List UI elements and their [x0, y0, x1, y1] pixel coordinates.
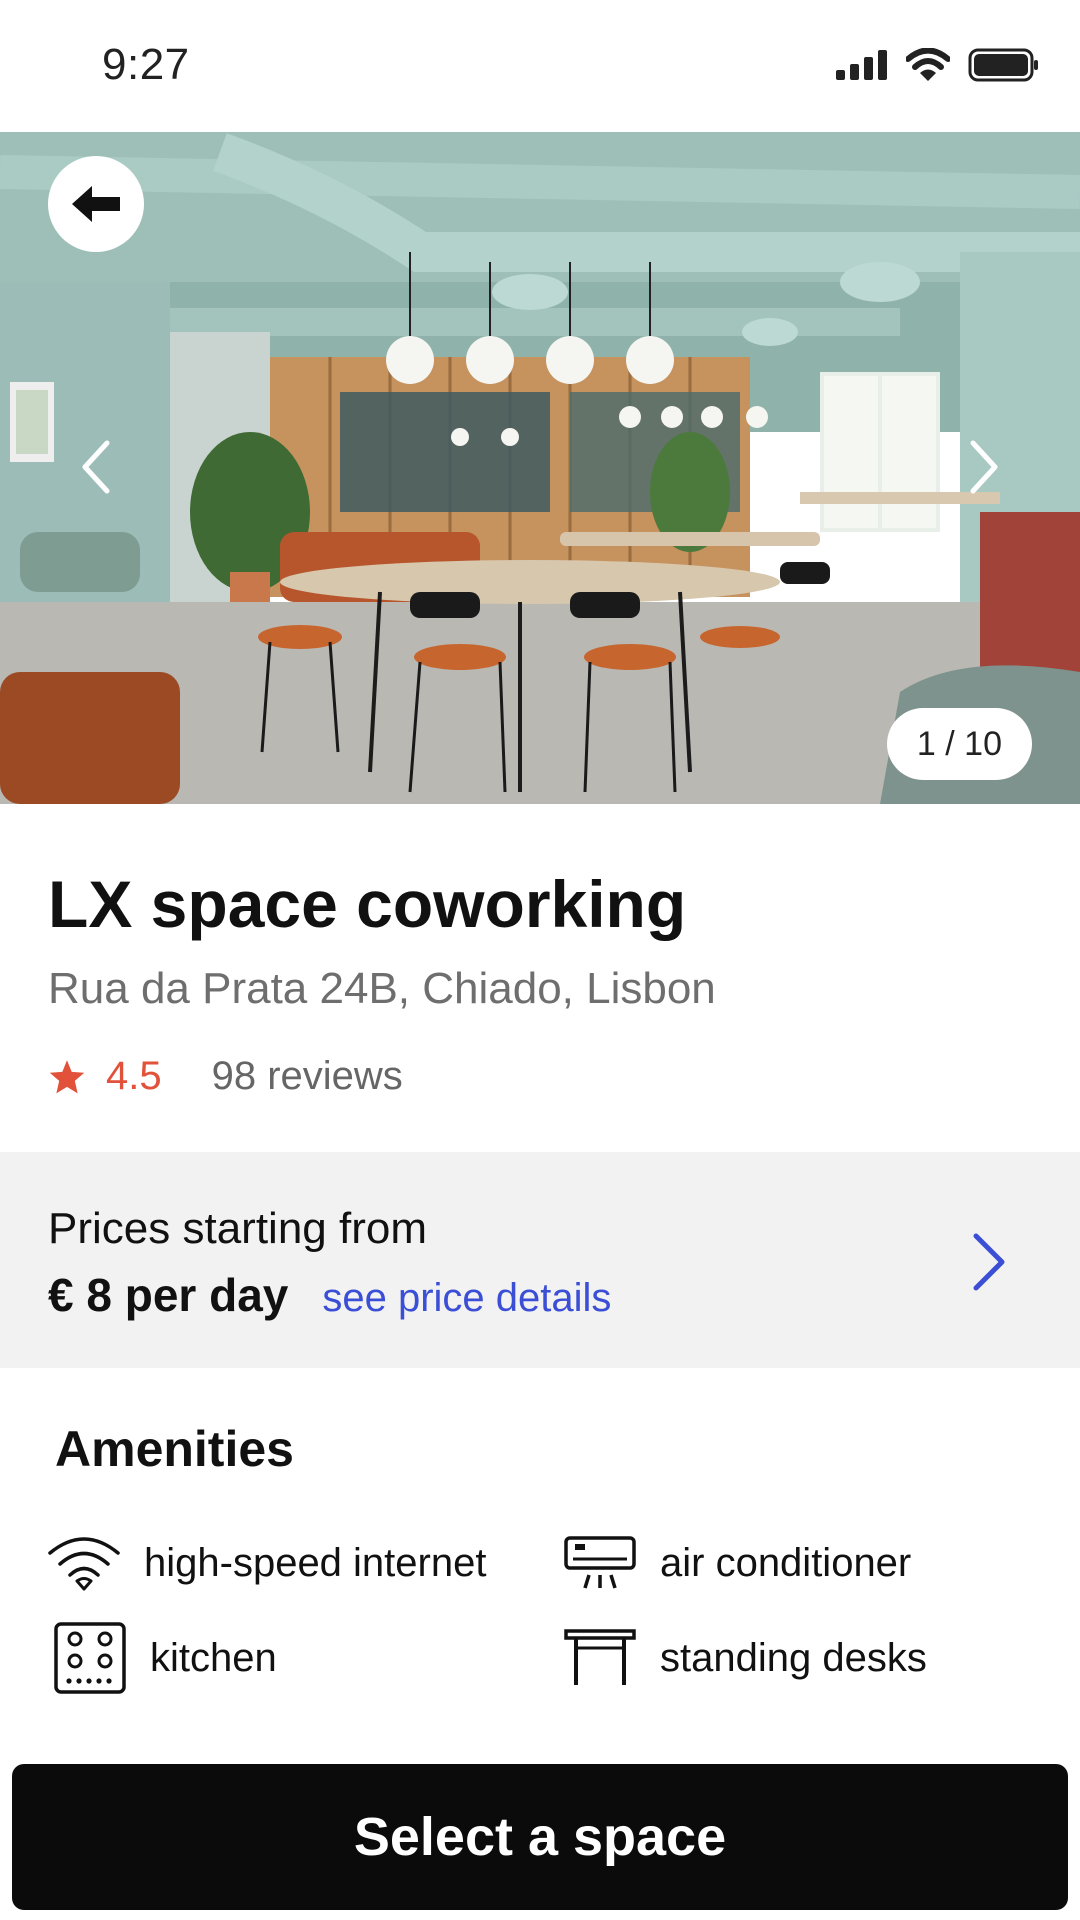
amenities-heading: Amenities — [55, 1421, 294, 1477]
amenity-item: high-speed internet — [46, 1525, 486, 1601]
back-button[interactable] — [48, 156, 144, 252]
price-line: € 8 per day see price details — [48, 1268, 611, 1322]
next-photo-button[interactable] — [954, 432, 1014, 502]
chevron-left-icon — [82, 440, 110, 494]
air-conditioner-icon — [562, 1525, 638, 1601]
price-value: € 8 per day — [48, 1269, 289, 1321]
address: Rua da Prata 24B, Chiado, Lisbon — [48, 964, 716, 1013]
reviews-link[interactable]: 98 reviews — [212, 1054, 403, 1099]
page-title: LX space coworking — [48, 867, 687, 941]
chevron-right-icon — [970, 440, 998, 494]
rating-value: 4.5 — [106, 1054, 162, 1098]
status-time: 9:27 — [102, 40, 190, 89]
amenity-label: high-speed internet — [144, 1540, 487, 1585]
amenity-item: air conditioner — [562, 1525, 911, 1601]
battery-icon — [968, 48, 1038, 82]
previous-photo-button[interactable] — [66, 432, 126, 502]
status-bar: 9:27 — [0, 0, 1080, 132]
arrow-left-icon — [72, 186, 120, 222]
amenity-label: standing desks — [660, 1635, 927, 1680]
wifi-status-icon — [906, 48, 950, 81]
photo-counter: 1 / 10 — [886, 708, 1032, 780]
star-icon — [49, 1059, 85, 1093]
chevron-right-icon — [973, 1233, 1005, 1291]
amenity-label: kitchen — [150, 1635, 277, 1680]
amenity-item: kitchen — [52, 1620, 277, 1696]
amenity-item: standing desks — [562, 1620, 927, 1696]
coworking-photo — [0, 132, 1080, 804]
photo-gallery[interactable]: 1 / 10 — [0, 132, 1080, 804]
stove-icon — [52, 1620, 128, 1696]
rating-row[interactable]: 4.5 98 reviews — [48, 1054, 403, 1099]
amenity-label: air conditioner — [660, 1540, 912, 1585]
signal-icon — [836, 50, 887, 80]
price-label: Prices starting from — [48, 1204, 427, 1253]
price-details-link[interactable]: see price details — [322, 1276, 611, 1321]
select-space-button[interactable]: Select a space — [12, 1764, 1068, 1910]
price-panel[interactable]: Prices starting from € 8 per day see pri… — [0, 1152, 1080, 1368]
wifi-icon — [46, 1525, 122, 1601]
desk-icon — [562, 1620, 638, 1696]
status-icons — [836, 48, 1040, 82]
